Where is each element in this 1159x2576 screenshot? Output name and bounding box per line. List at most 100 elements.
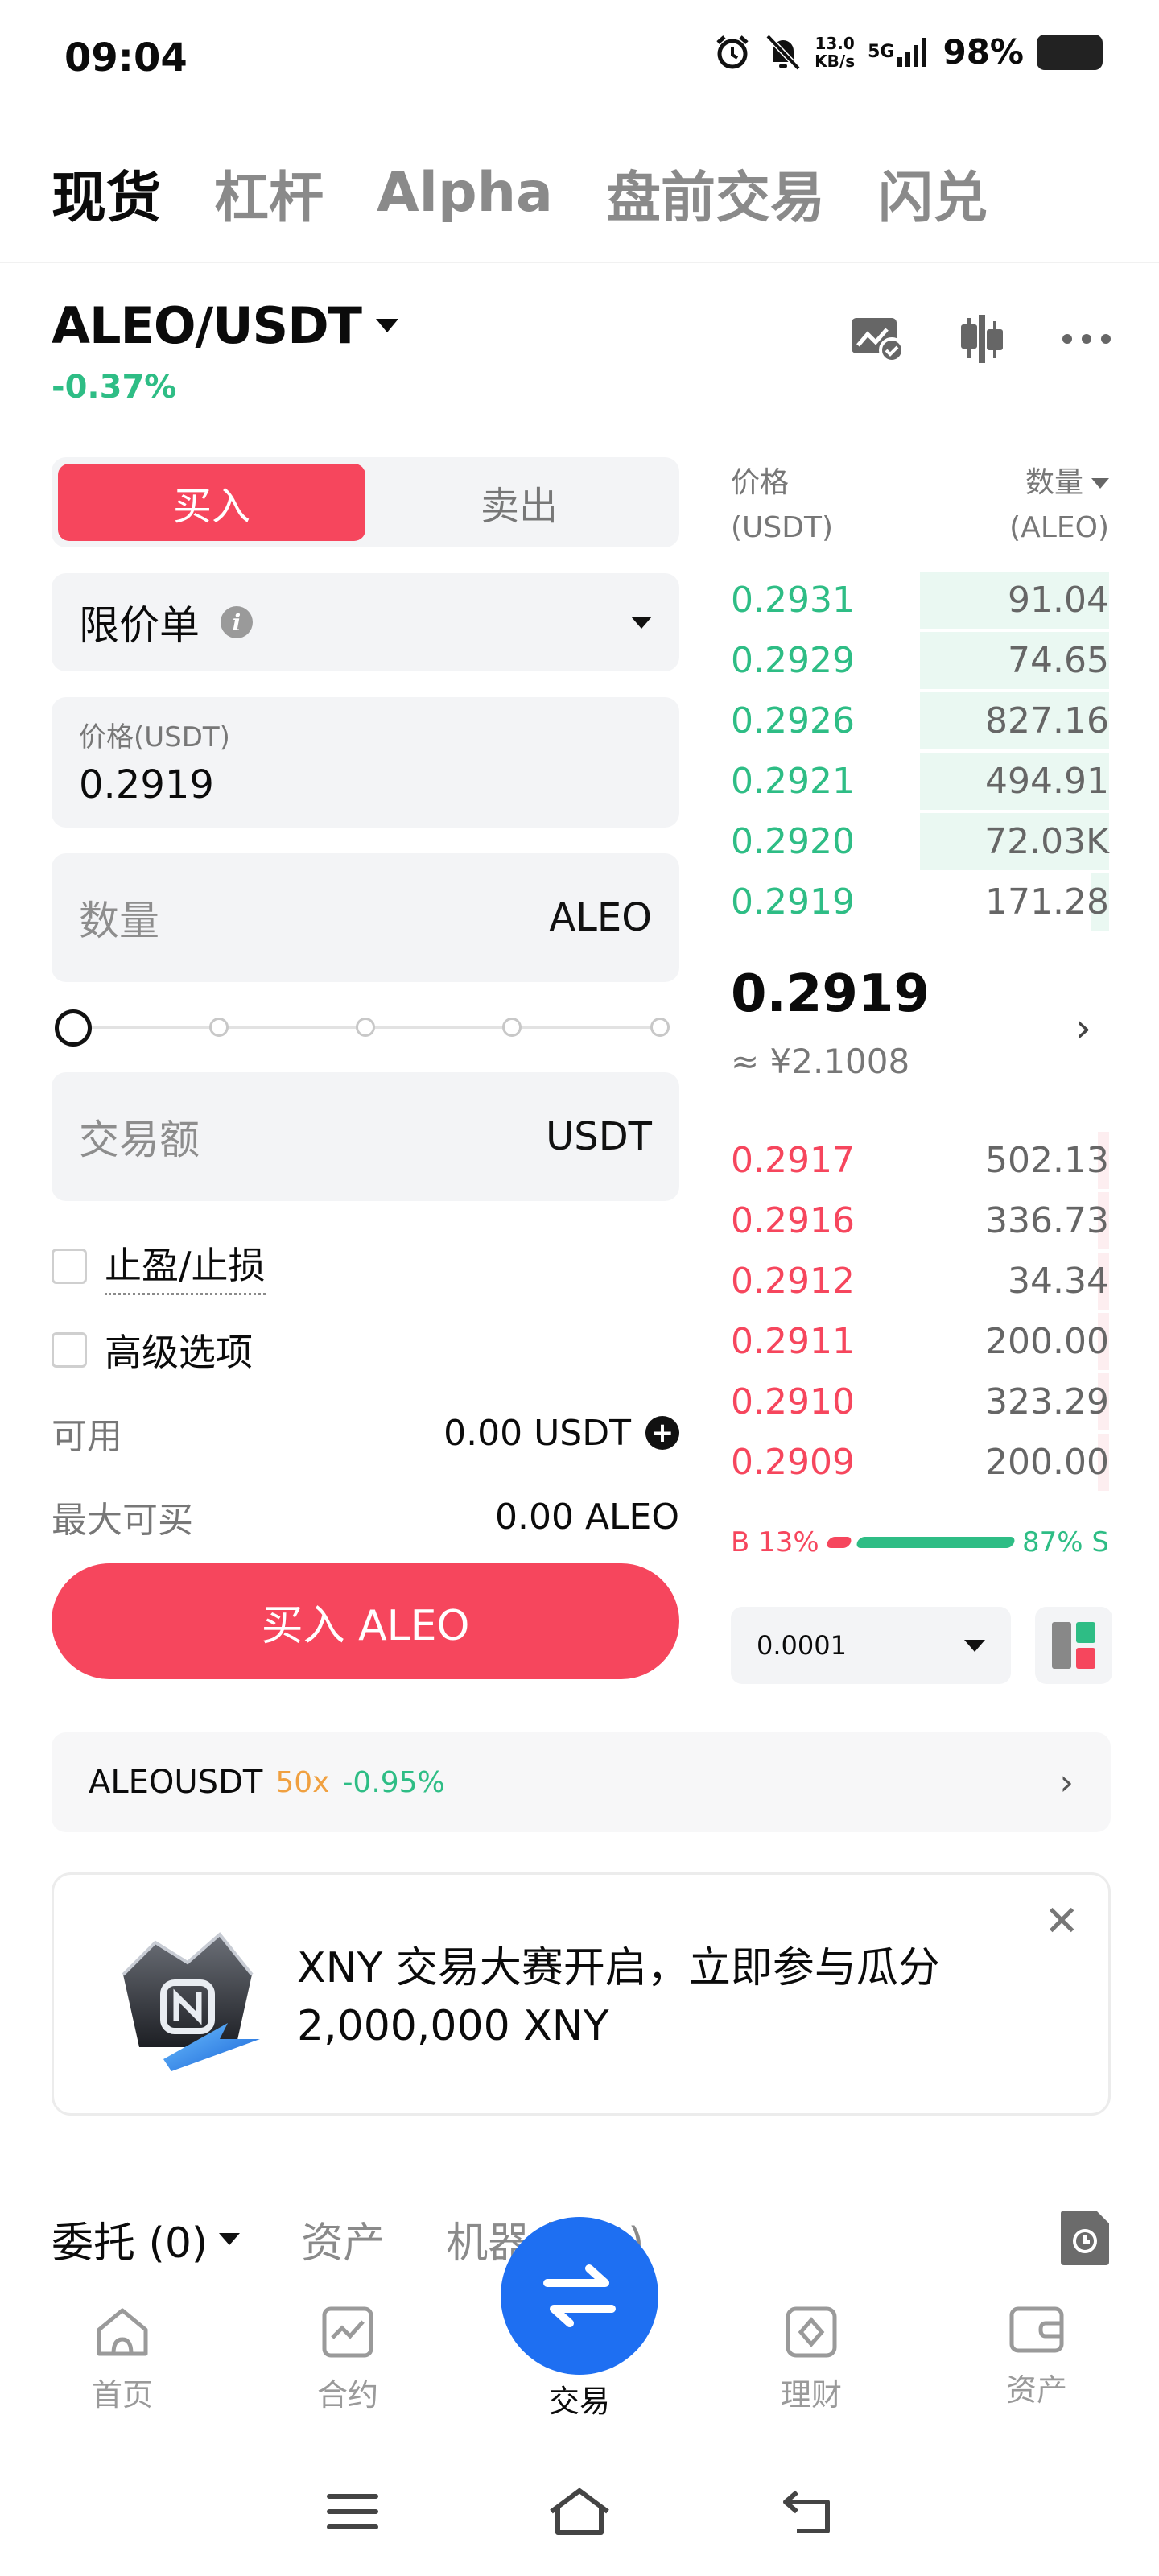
amount-unit: USDT	[546, 1114, 652, 1159]
ask-row[interactable]: 0.2921 494.91	[731, 751, 1109, 811]
futures-chart-icon	[322, 2306, 373, 2358]
buy-sell-switch: 买入 卖出	[52, 457, 679, 547]
bid-row[interactable]: 0.2917 502.13	[731, 1130, 1109, 1191]
system-nav	[0, 2447, 1159, 2576]
battery-icon	[1037, 34, 1103, 70]
info-icon[interactable]: i	[221, 606, 253, 638]
home-button-icon[interactable]	[548, 2487, 611, 2536]
tab-spot[interactable]: 现货	[52, 153, 161, 233]
pair-selector[interactable]: ALEO/USDT	[52, 296, 398, 355]
add-funds-icon[interactable]: +	[645, 1416, 679, 1450]
slider-step-25[interactable]	[209, 1018, 229, 1037]
layout-icon	[1052, 1622, 1095, 1669]
order-history-icon[interactable]	[1061, 2211, 1109, 2265]
orderbook-layout-button[interactable]	[1035, 1607, 1112, 1684]
sell-ratio-bar	[855, 1537, 1017, 1548]
precision-value: 0.0001	[757, 1630, 847, 1661]
bid-row[interactable]: 0.2910 323.29	[731, 1372, 1109, 1432]
quantity-input[interactable]: 数量 ALEO	[52, 853, 679, 982]
available-row: 可用 0.00 USDT +	[52, 1407, 679, 1459]
status-bar: 09:04 13.0 KB/s 5G 98%	[0, 0, 1159, 121]
nav-earn[interactable]: 理财	[695, 2306, 927, 2414]
signal: 5G	[868, 37, 930, 67]
header-actions	[848, 310, 1116, 368]
max-buy-row: 最大可买 0.00 ALEO	[52, 1491, 679, 1542]
banner-text: XNY 交易大赛开启，立即参与瓜分 2,000,000 XNY	[297, 1944, 940, 2050]
orderbook-header: 价格 (USDT) 数量 (ALEO)	[731, 460, 1109, 551]
net-speed: 13.0 KB/s	[815, 33, 856, 71]
sell-tab[interactable]: 卖出	[365, 464, 673, 541]
available-label: 可用	[52, 1416, 122, 1457]
bid-row[interactable]: 0.2916 336.73	[731, 1191, 1109, 1251]
trade-fab[interactable]	[501, 2217, 658, 2375]
wallet-icon	[1009, 2306, 1064, 2353]
trophy-crown-icon	[122, 1932, 260, 2071]
nav-trade[interactable]: 交易	[464, 2376, 695, 2421]
buy-sell-ratio: B 13% 87% S	[731, 1526, 1109, 1558]
quantity-placeholder: 数量	[79, 898, 159, 944]
chart-alert-icon[interactable]	[848, 310, 906, 368]
bid-row[interactable]: 0.2909 200.00	[731, 1432, 1109, 1492]
amount-placeholder: 交易额	[79, 1117, 200, 1163]
fiat-price: ≈ ¥2.1008	[731, 1042, 910, 1081]
tp-sl-option[interactable]: 止盈/止损	[52, 1236, 266, 1295]
market-tabs: 现货 杠杆 Alpha 盘前交易 闪兑	[52, 153, 988, 233]
tab-premarket[interactable]: 盘前交易	[606, 153, 825, 233]
futures-symbol: ALEOUSDT	[89, 1764, 263, 1801]
back-icon[interactable]	[781, 2489, 832, 2534]
ask-row[interactable]: 0.2919 171.28	[731, 872, 1109, 932]
mute-bell-icon	[765, 34, 801, 70]
candlestick-icon[interactable]	[953, 310, 1011, 368]
alarm-icon	[716, 35, 749, 68]
header-divider	[0, 262, 1159, 263]
advanced-checkbox[interactable]	[52, 1332, 87, 1368]
nav-assets[interactable]: 资产	[921, 2306, 1153, 2409]
tab-assets[interactable]: 资产	[301, 2209, 385, 2269]
price-input[interactable]: 价格(USDT) 0.2919	[52, 697, 679, 828]
more-icon[interactable]	[1058, 310, 1116, 368]
tp-sl-label: 止盈/止损	[105, 1236, 266, 1295]
slider-handle[interactable]	[55, 1009, 92, 1046]
buy-tab[interactable]: 买入	[58, 464, 365, 541]
ask-row[interactable]: 0.2920 72.03K	[731, 811, 1109, 872]
futures-leverage: 50x	[275, 1765, 330, 1799]
promo-banner[interactable]: XNY 交易大赛开启，立即参与瓜分 2,000,000 XNY ✕	[52, 1872, 1111, 2116]
amount-input[interactable]: 交易额 USDT	[52, 1072, 679, 1201]
price-label: 价格(USDT)	[79, 721, 230, 753]
chevron-right-icon: ›	[1059, 1761, 1074, 1803]
menu-icon[interactable]	[326, 2492, 378, 2531]
tab-alpha[interactable]: Alpha	[377, 161, 553, 225]
home-icon	[97, 2308, 148, 2356]
buy-submit-button[interactable]: 买入 ALEO	[52, 1563, 679, 1679]
tab-convert[interactable]: 闪兑	[878, 153, 988, 233]
advanced-option[interactable]: 高级选项	[52, 1323, 253, 1377]
signal-icon	[897, 37, 927, 67]
qty-header[interactable]: 数量 (ALEO)	[1009, 460, 1109, 551]
price-header: 价格	[731, 466, 790, 499]
order-type-select[interactable]: 限价单 i	[52, 573, 679, 671]
bid-row[interactable]: 0.2911 200.00	[731, 1311, 1109, 1372]
futures-link[interactable]: ALEOUSDT 50x -0.95% ›	[52, 1732, 1111, 1832]
futures-change: -0.95%	[342, 1765, 445, 1799]
status-icons: 13.0 KB/s 5G 98%	[713, 32, 1103, 72]
slider-step-75[interactable]	[502, 1018, 522, 1037]
slider-step-100[interactable]	[650, 1018, 670, 1037]
ask-row[interactable]: 0.2926 827.16	[731, 691, 1109, 751]
chevron-right-icon[interactable]: ›	[1075, 1005, 1091, 1051]
order-type-value: 限价单	[79, 602, 200, 649]
nav-futures[interactable]: 合约	[232, 2306, 464, 2414]
tab-orders[interactable]: 委托 (0)	[52, 2209, 241, 2269]
ask-row[interactable]: 0.2929 74.65	[731, 630, 1109, 691]
slider-step-50[interactable]	[356, 1018, 375, 1037]
nav-home[interactable]: 首页	[6, 2306, 238, 2414]
earn-icon	[786, 2306, 837, 2358]
close-icon[interactable]: ✕	[1044, 1897, 1079, 1946]
dropdown-arrow-icon	[964, 1639, 985, 1652]
bid-row[interactable]: 0.2912 34.34	[731, 1251, 1109, 1311]
precision-select[interactable]: 0.0001	[731, 1607, 1011, 1684]
advanced-label: 高级选项	[105, 1331, 253, 1374]
tp-sl-checkbox[interactable]	[52, 1248, 87, 1284]
tab-margin[interactable]: 杠杆	[214, 153, 324, 233]
qty-header-unit: (ALEO)	[1009, 511, 1109, 544]
ask-row[interactable]: 0.2931 91.04	[731, 570, 1109, 630]
